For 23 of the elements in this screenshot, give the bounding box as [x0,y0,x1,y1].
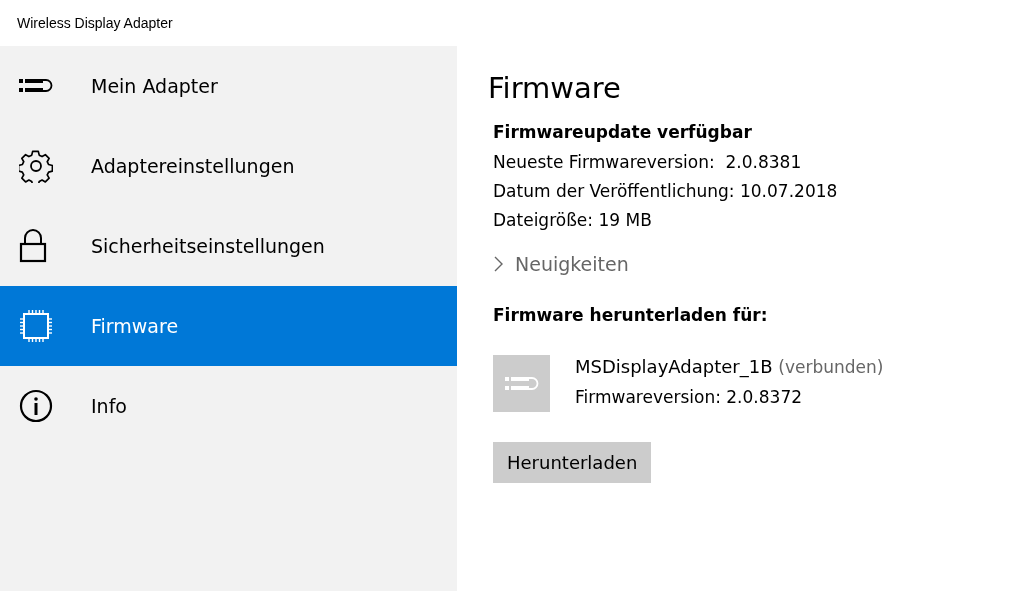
download-button[interactable]: Herunterladen [493,442,652,483]
info-line: Neueste Firmwareversion: 2.0.8381 [493,151,803,174]
device-name: MSDisplayAdapter_1B (verbunden) [575,356,884,377]
expander[interactable]: Neuigkeiten [493,253,629,275]
window-title: Wireless Display Adapter [17,15,173,31]
sidebar-item[interactable]: Firmware [0,286,457,366]
section-heading: Firmwareupdate verfügbar [493,122,752,142]
chevron-icon [493,255,505,273]
adapter-icon [504,375,539,392]
info-line: Datum der Veröffentlichung: 10.07.2018 [493,180,838,203]
sidebar-item[interactable]: Info [0,366,457,446]
adapter-icon [19,78,53,94]
info-line: Dateigröße: 19 MB [493,209,653,232]
gear-icon [19,149,53,183]
sidebar-item[interactable]: Adaptereinstellungen [0,126,457,206]
chip-icon [19,309,53,343]
device-version: Firmwareversion: 2.0.8372 [575,386,803,409]
sidebar-item[interactable]: Mein Adapter [0,46,457,126]
sidebar-item[interactable]: Sicherheitseinstellungen [0,206,457,286]
lock-icon [19,229,47,263]
page-title: Firmware [488,70,621,107]
info-icon [19,389,53,423]
section-heading: Firmware herunterladen für: [493,305,768,325]
